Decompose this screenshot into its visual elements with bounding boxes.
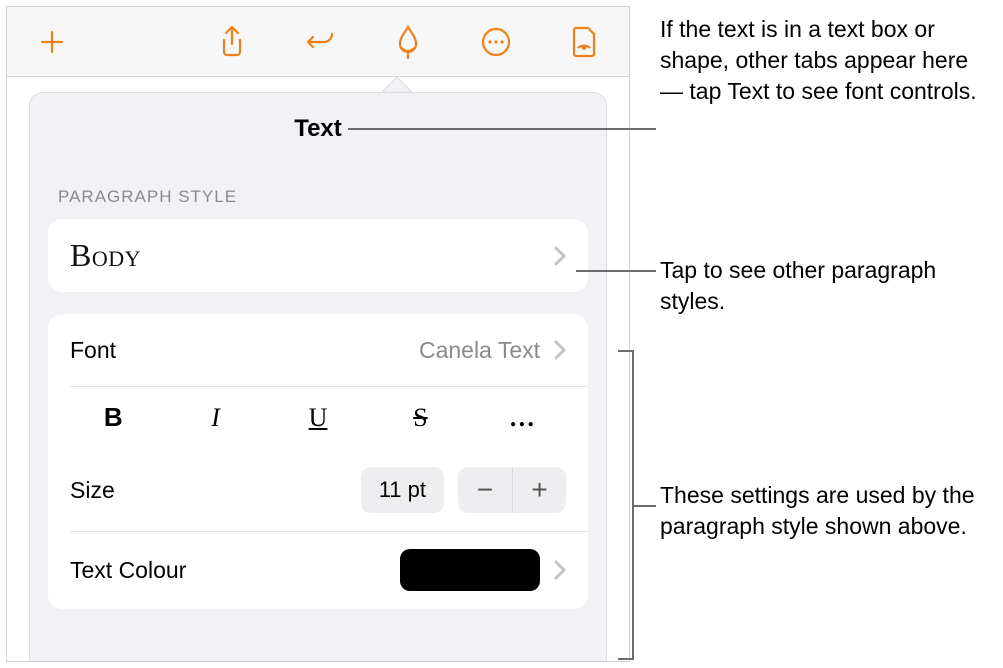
size-decrease-button[interactable]: − — [458, 467, 512, 513]
size-stepper: − + — [458, 467, 566, 513]
document-view-button[interactable] — [559, 15, 609, 69]
toolbar — [7, 7, 629, 77]
callout-paragraph-text: Tap to see other paragraph styles. — [660, 255, 990, 317]
chevron-right-icon — [554, 340, 566, 360]
paragraph-style-row[interactable]: Body — [48, 219, 588, 292]
size-row: Size 11 pt − + — [48, 449, 588, 531]
bold-button[interactable]: B — [62, 402, 164, 433]
callout-header-text: If the text is in a text box or shape, o… — [660, 14, 990, 107]
more-button[interactable] — [471, 15, 521, 69]
paragraph-style-card: Body — [48, 219, 588, 292]
paragraph-style-section-label: Paragraph Style — [30, 165, 606, 219]
text-format-row: B I U S … — [48, 386, 588, 449]
text-colour-label: Text Colour — [70, 557, 186, 584]
size-increase-button[interactable]: + — [512, 467, 566, 513]
format-popover: Text Paragraph Style Body Font Canela Te… — [29, 92, 607, 661]
font-settings-card: Font Canela Text B I U S … Size 11 pt − — [48, 314, 588, 609]
callout-line — [576, 270, 656, 272]
size-label: Size — [70, 477, 115, 504]
paragraph-style-name: Body — [70, 237, 141, 274]
share-button[interactable] — [207, 15, 257, 69]
chevron-right-icon — [554, 560, 566, 580]
font-label: Font — [70, 337, 116, 364]
add-button[interactable] — [27, 15, 77, 69]
strikethrough-button[interactable]: S — [369, 403, 471, 433]
format-brush-button[interactable] — [383, 15, 433, 69]
popover-tab-text[interactable]: Text — [294, 115, 342, 142]
callout-line — [348, 128, 656, 130]
text-colour-swatch[interactable] — [400, 549, 540, 591]
text-colour-row[interactable]: Text Colour — [48, 531, 588, 609]
underline-button[interactable]: U — [267, 403, 369, 433]
app-window: Text Paragraph Style Body Font Canela Te… — [6, 6, 630, 662]
callout-settings-text: These settings are used by the paragraph… — [660, 480, 990, 542]
popover-caret — [382, 77, 412, 92]
undo-button[interactable] — [295, 15, 345, 69]
chevron-right-icon — [554, 246, 566, 266]
callout-line — [634, 505, 656, 507]
size-value[interactable]: 11 pt — [361, 467, 444, 513]
text-format-more-button[interactable]: … — [472, 403, 574, 433]
italic-button[interactable]: I — [164, 403, 266, 433]
callout-bracket — [618, 350, 634, 660]
font-row[interactable]: Font Canela Text — [48, 314, 588, 386]
font-value: Canela Text — [419, 337, 540, 364]
